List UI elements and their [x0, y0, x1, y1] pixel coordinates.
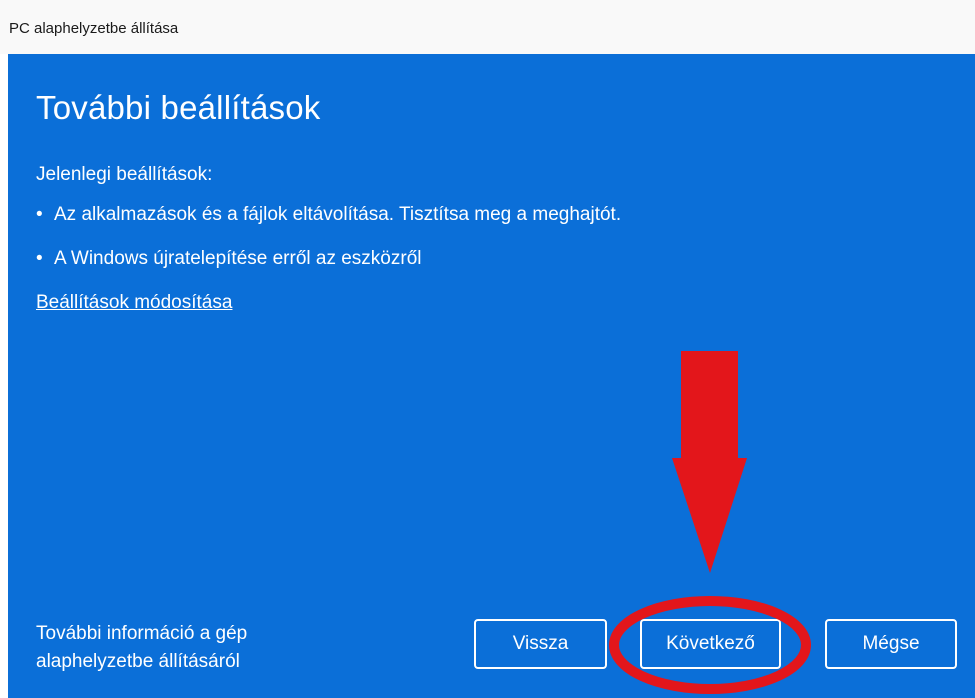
bullet-icon: • — [36, 204, 43, 225]
setting-item-reinstall-windows: • A Windows újratelepítése erről az eszkö… — [36, 248, 422, 270]
bullet-icon: • — [36, 248, 43, 269]
page-title: További beállítások — [36, 89, 321, 126]
cancel-button[interactable]: Mégse — [825, 619, 957, 669]
next-button[interactable]: Következő — [640, 619, 781, 669]
change-settings-link[interactable]: Beállítások módosítása — [36, 292, 232, 314]
back-button[interactable]: Vissza — [474, 619, 607, 669]
window-title: PC alaphelyzetbe állítása — [9, 20, 179, 37]
setting-item-text: A Windows újratelepítése erről az eszköz… — [54, 248, 422, 269]
setting-item-remove-apps: • Az alkalmazások és a fájlok eltávolítás… — [36, 204, 621, 226]
setting-item-text: Az alkalmazások és a fájlok eltávolítása… — [54, 204, 622, 225]
title-bar: PC alaphelyzetbe állítása — [0, 0, 975, 54]
reset-pc-panel: További beállítások Jelenlegi beállításo… — [8, 54, 975, 698]
current-settings-label: Jelenlegi beállítások: — [36, 164, 213, 185]
reset-pc-window: PC alaphelyzetbe állítása További beállí… — [0, 0, 975, 698]
more-info-link[interactable]: További információ a gép alaphelyzetbe á… — [36, 620, 336, 676]
